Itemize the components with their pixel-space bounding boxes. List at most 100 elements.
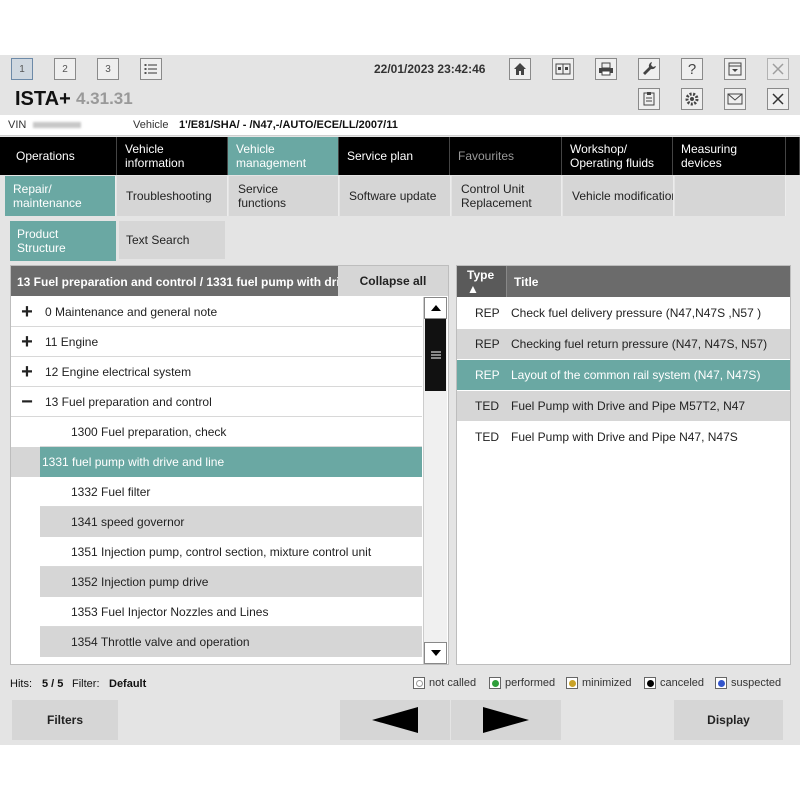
close-window-icon[interactable] <box>767 88 789 110</box>
legend-label: canceled <box>660 677 705 689</box>
tree-node-1332[interactable]: 1332 Fuel filter <box>11 477 422 507</box>
tab-vehicle-information[interactable]: Vehicle information <box>117 137 228 175</box>
column-type-header[interactable]: Type ▲ <box>457 266 507 297</box>
status-circle-icon <box>566 677 578 689</box>
tree-node-0[interactable]: + 0 Maintenance and general note <box>11 297 422 327</box>
tab-operations[interactable]: Operations <box>0 137 117 175</box>
tree-node-label: 1351 Injection pump, control section, mi… <box>40 537 422 567</box>
tree-node-1341[interactable]: 1341 speed governor <box>11 507 422 537</box>
subtab-software-update[interactable]: Software update <box>340 176 451 216</box>
list-icon[interactable] <box>140 58 162 80</box>
hits-value: 5 / 5 <box>42 678 64 690</box>
scroll-up-arrow-icon[interactable] <box>424 297 447 319</box>
arrow-left-icon <box>372 707 418 733</box>
legend-suspected: suspected <box>715 677 781 689</box>
subtab-control-unit-replacement[interactable]: Control Unit Replacement <box>452 176 562 216</box>
scroll-down-arrow-icon[interactable] <box>424 642 447 664</box>
tab-label: Workshop/ Operating fluids <box>570 141 655 170</box>
scroll-thumb[interactable] <box>425 319 446 391</box>
tab-text-search[interactable]: Text Search <box>119 221 225 259</box>
help-icon[interactable]: ? <box>681 58 703 80</box>
tree-node-12[interactable]: + 12 Engine electrical system <box>11 357 422 387</box>
doc-title: Checking fuel return pressure (N47, N47S… <box>511 337 768 351</box>
collapse-all-button[interactable]: Collapse all <box>338 266 448 296</box>
viewtab-label: Text Search <box>126 232 190 247</box>
document-row[interactable]: TED Fuel Pump with Drive and Pipe N47, N… <box>457 422 790 452</box>
tab-workshop-operating-fluids[interactable]: Workshop/ Operating fluids <box>562 137 673 175</box>
legend-not-called: not called <box>413 677 476 689</box>
arrow-right-icon <box>483 707 529 733</box>
tree-node-1300[interactable]: 1300 Fuel preparation, check <box>11 417 422 447</box>
tab-vehicle-management[interactable]: Vehicle management <box>228 137 339 175</box>
filter-value: Default <box>109 678 147 690</box>
mail-icon[interactable] <box>724 88 746 110</box>
doc-title: Fuel Pump with Drive and Pipe M57T2, N47 <box>511 399 746 413</box>
subtab-troubleshooting[interactable]: Troubleshooting <box>117 176 228 216</box>
expand-plus-icon[interactable]: + <box>11 332 43 352</box>
tree-node-1331[interactable]: 1331 fuel pump with drive and line <box>11 447 422 477</box>
indent <box>11 507 40 537</box>
settings-gear-icon[interactable] <box>681 88 703 110</box>
tree-node-label: 11 Engine <box>45 334 99 349</box>
document-row[interactable]: REP Checking fuel return pressure (N47, … <box>457 329 790 359</box>
next-button[interactable] <box>451 700 561 740</box>
status-circle-icon <box>489 677 501 689</box>
tree-node-label: 1352 Injection pump drive <box>40 567 422 597</box>
subtab-empty <box>675 176 786 216</box>
legend-minimized: minimized <box>566 677 632 689</box>
home-icon[interactable] <box>509 58 531 80</box>
tab-favourites[interactable]: Favourites <box>450 137 562 175</box>
window-1-button[interactable]: 1 <box>11 58 33 80</box>
column-title-header[interactable]: Title <box>514 275 538 289</box>
tree-node-1354[interactable]: 1354 Throttle valve and operation <box>11 627 422 657</box>
subtab-service-functions[interactable]: Service functions <box>229 176 339 216</box>
breadcrumb-header: 13 Fuel preparation and control / 1331 f… <box>11 266 338 296</box>
tab-product-structure[interactable]: Product Structure <box>10 221 116 261</box>
filters-button[interactable]: Filters <box>12 700 118 740</box>
tree-node-1351[interactable]: 1351 Injection pump, control section, mi… <box>11 537 422 567</box>
close-icon[interactable] <box>767 58 789 80</box>
doc-type: TED <box>475 430 499 444</box>
help-glyph: ? <box>687 60 697 78</box>
previous-button[interactable] <box>340 700 450 740</box>
tree-node-1352[interactable]: 1352 Injection pump drive <box>11 567 422 597</box>
clipboard-icon[interactable] <box>638 88 660 110</box>
app-name: ISTA+ <box>15 88 71 110</box>
legend-label: minimized <box>582 677 632 689</box>
tree-node-13[interactable]: − 13 Fuel preparation and control <box>11 387 422 417</box>
ista-app-window: 1 2 3 22/01/2023 23:42:46 ? ISTA+ 4.31.3… <box>0 55 800 745</box>
tree-node-11[interactable]: + 11 Engine <box>11 327 422 357</box>
download-icon[interactable] <box>724 58 746 80</box>
window-3-button[interactable]: 3 <box>97 58 119 80</box>
document-row[interactable]: REP Check fuel delivery pressure (N47,N4… <box>457 298 790 328</box>
doc-type: REP <box>475 337 500 351</box>
display-button[interactable]: Display <box>674 700 783 740</box>
window-2-button[interactable]: 2 <box>54 58 76 80</box>
document-row[interactable]: TED Fuel Pump with Drive and Pipe M57T2,… <box>457 391 790 421</box>
expand-plus-icon[interactable]: + <box>11 362 43 382</box>
tree-node-label: 1341 speed governor <box>40 507 422 537</box>
legend-label: suspected <box>731 677 782 689</box>
tree-node-label: 13 Fuel preparation and control <box>45 394 212 409</box>
tab-label: Measuring devices <box>681 141 738 170</box>
indent <box>11 417 40 447</box>
print-icon[interactable] <box>595 58 617 80</box>
compare-icon[interactable] <box>552 58 574 80</box>
doc-title: Check fuel delivery pressure (N47,N47S ,… <box>511 306 762 320</box>
tree-node-label: 1353 Fuel Injector Nozzles and Lines <box>40 597 422 627</box>
subtab-repair-maintenance[interactable]: Repair/ maintenance <box>5 176 116 216</box>
document-row-selected[interactable]: REP Layout of the common rail system (N4… <box>457 360 790 390</box>
collapse-minus-icon[interactable]: − <box>11 392 43 412</box>
window-1-label: 1 <box>19 63 25 75</box>
tree-scrollbar[interactable] <box>423 297 447 664</box>
filter-label: Filter: <box>72 678 100 690</box>
tab-label: Vehicle information <box>125 141 185 170</box>
tab-service-plan[interactable]: Service plan <box>339 137 450 175</box>
subtab-vehicle-modification[interactable]: Vehicle modification <box>563 176 674 216</box>
expand-plus-icon[interactable]: + <box>11 302 43 322</box>
tree-node-1353[interactable]: 1353 Fuel Injector Nozzles and Lines <box>11 597 422 627</box>
wrench-icon[interactable] <box>638 58 660 80</box>
tab-label: Service plan <box>347 148 414 163</box>
doc-title: Layout of the common rail system (N47, N… <box>511 368 761 382</box>
tab-measuring-devices[interactable]: Measuring devices <box>673 137 786 175</box>
